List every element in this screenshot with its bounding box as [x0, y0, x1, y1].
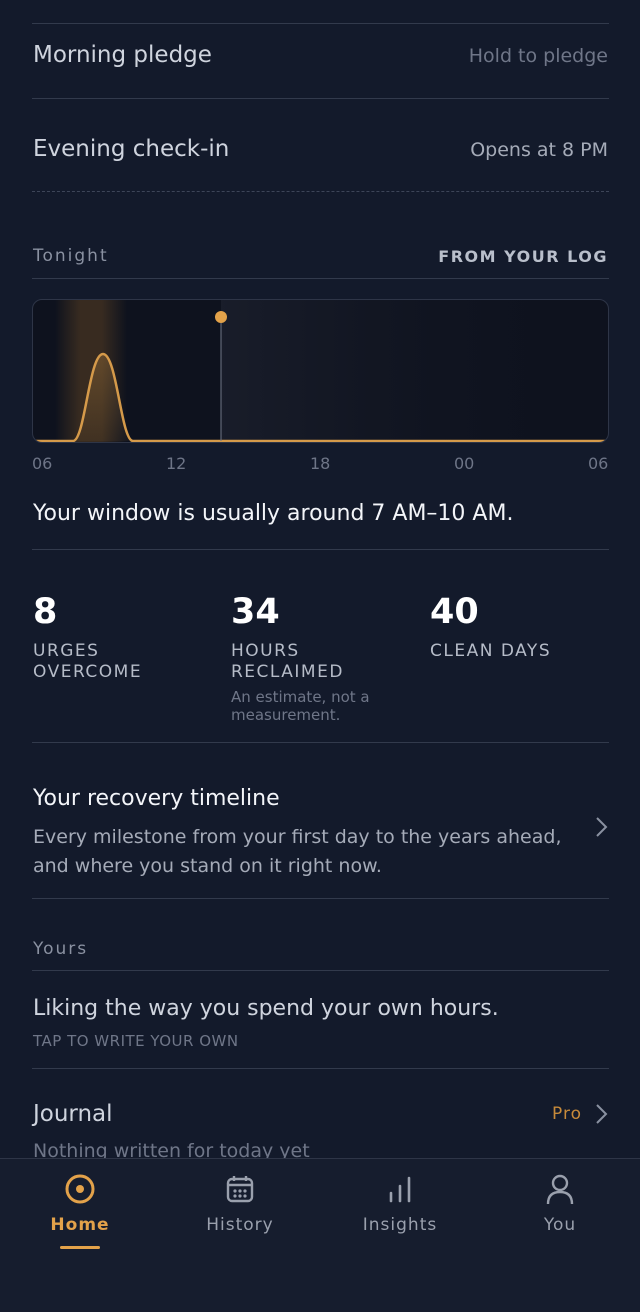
remaining-night-shade [221, 300, 608, 442]
evening-checkin-label: Evening check-in [33, 136, 230, 162]
write-your-own-hint: TAP TO WRITE YOUR OWN [33, 1032, 239, 1050]
journal-subtitle: Nothing written for today yet [33, 1140, 310, 1158]
morning-pledge-label: Morning pledge [33, 42, 212, 68]
active-tab-indicator [60, 1246, 100, 1249]
nav-home[interactable]: Home [0, 1159, 160, 1269]
nav-insights-label: Insights [362, 1215, 438, 1235]
nav-you[interactable]: You [480, 1159, 640, 1269]
x-tick: 06 [588, 454, 609, 473]
bottom-nav: Home History Insights You [0, 1158, 640, 1312]
stat-value: 40 [430, 592, 479, 632]
nav-history-label: History [206, 1215, 274, 1235]
stat-note: An estimate, not a measurement. [231, 688, 370, 724]
timeline-description: Every milestone from your first day to t… [33, 826, 562, 877]
home-target-icon [62, 1171, 98, 1207]
hold-to-pledge-button[interactable]: Hold to pledge [469, 45, 608, 67]
stat-value: 8 [33, 592, 58, 632]
personal-reason-text: Liking the way you spend your own hours. [33, 996, 499, 1021]
nav-insights[interactable]: Insights [320, 1159, 480, 1269]
checkin-status: Opens at 8 PM [470, 139, 608, 161]
home-screen: Morning pledge Hold to pledge Evening ch… [0, 0, 640, 1158]
yours-label: Yours [33, 939, 89, 959]
divider [32, 1068, 609, 1069]
from-your-log-label: FROM YOUR LOG [438, 247, 608, 266]
tonight-label: Tonight [33, 246, 109, 266]
divider [32, 898, 609, 899]
stat-label: CLEAN DAYS [430, 641, 552, 661]
stat-label: HOURS RECLAIMED [231, 641, 344, 682]
x-tick: 06 [32, 454, 53, 473]
dashed-divider [32, 191, 609, 192]
divider [32, 742, 609, 743]
pro-badge: Pro [552, 1104, 582, 1124]
divider [32, 970, 609, 971]
stat-value: 34 [231, 592, 280, 632]
x-tick: 00 [454, 454, 475, 473]
divider [32, 23, 609, 24]
chevron-right-icon [594, 814, 610, 847]
divider [32, 278, 609, 279]
chevron-right-icon [594, 1101, 610, 1134]
stat-label: URGES OVERCOME [33, 641, 143, 682]
now-marker-dot [215, 311, 227, 323]
divider [32, 549, 609, 550]
urge-window-chart [32, 299, 609, 443]
usual-window-text: Your window is usually around 7 AM–10 AM… [33, 501, 514, 526]
x-tick: 12 [166, 454, 187, 473]
nav-you-label: You [543, 1215, 577, 1235]
nav-history[interactable]: History [160, 1159, 320, 1269]
bar-chart-icon [382, 1171, 418, 1207]
nav-home-label: Home [50, 1215, 110, 1235]
journal-title: Journal [33, 1101, 113, 1127]
person-icon [542, 1171, 578, 1207]
urge-window-plot [33, 300, 608, 442]
timeline-title: Your recovery timeline [33, 786, 280, 811]
x-tick: 18 [310, 454, 331, 473]
divider [32, 98, 609, 99]
calendar-icon [222, 1171, 258, 1207]
